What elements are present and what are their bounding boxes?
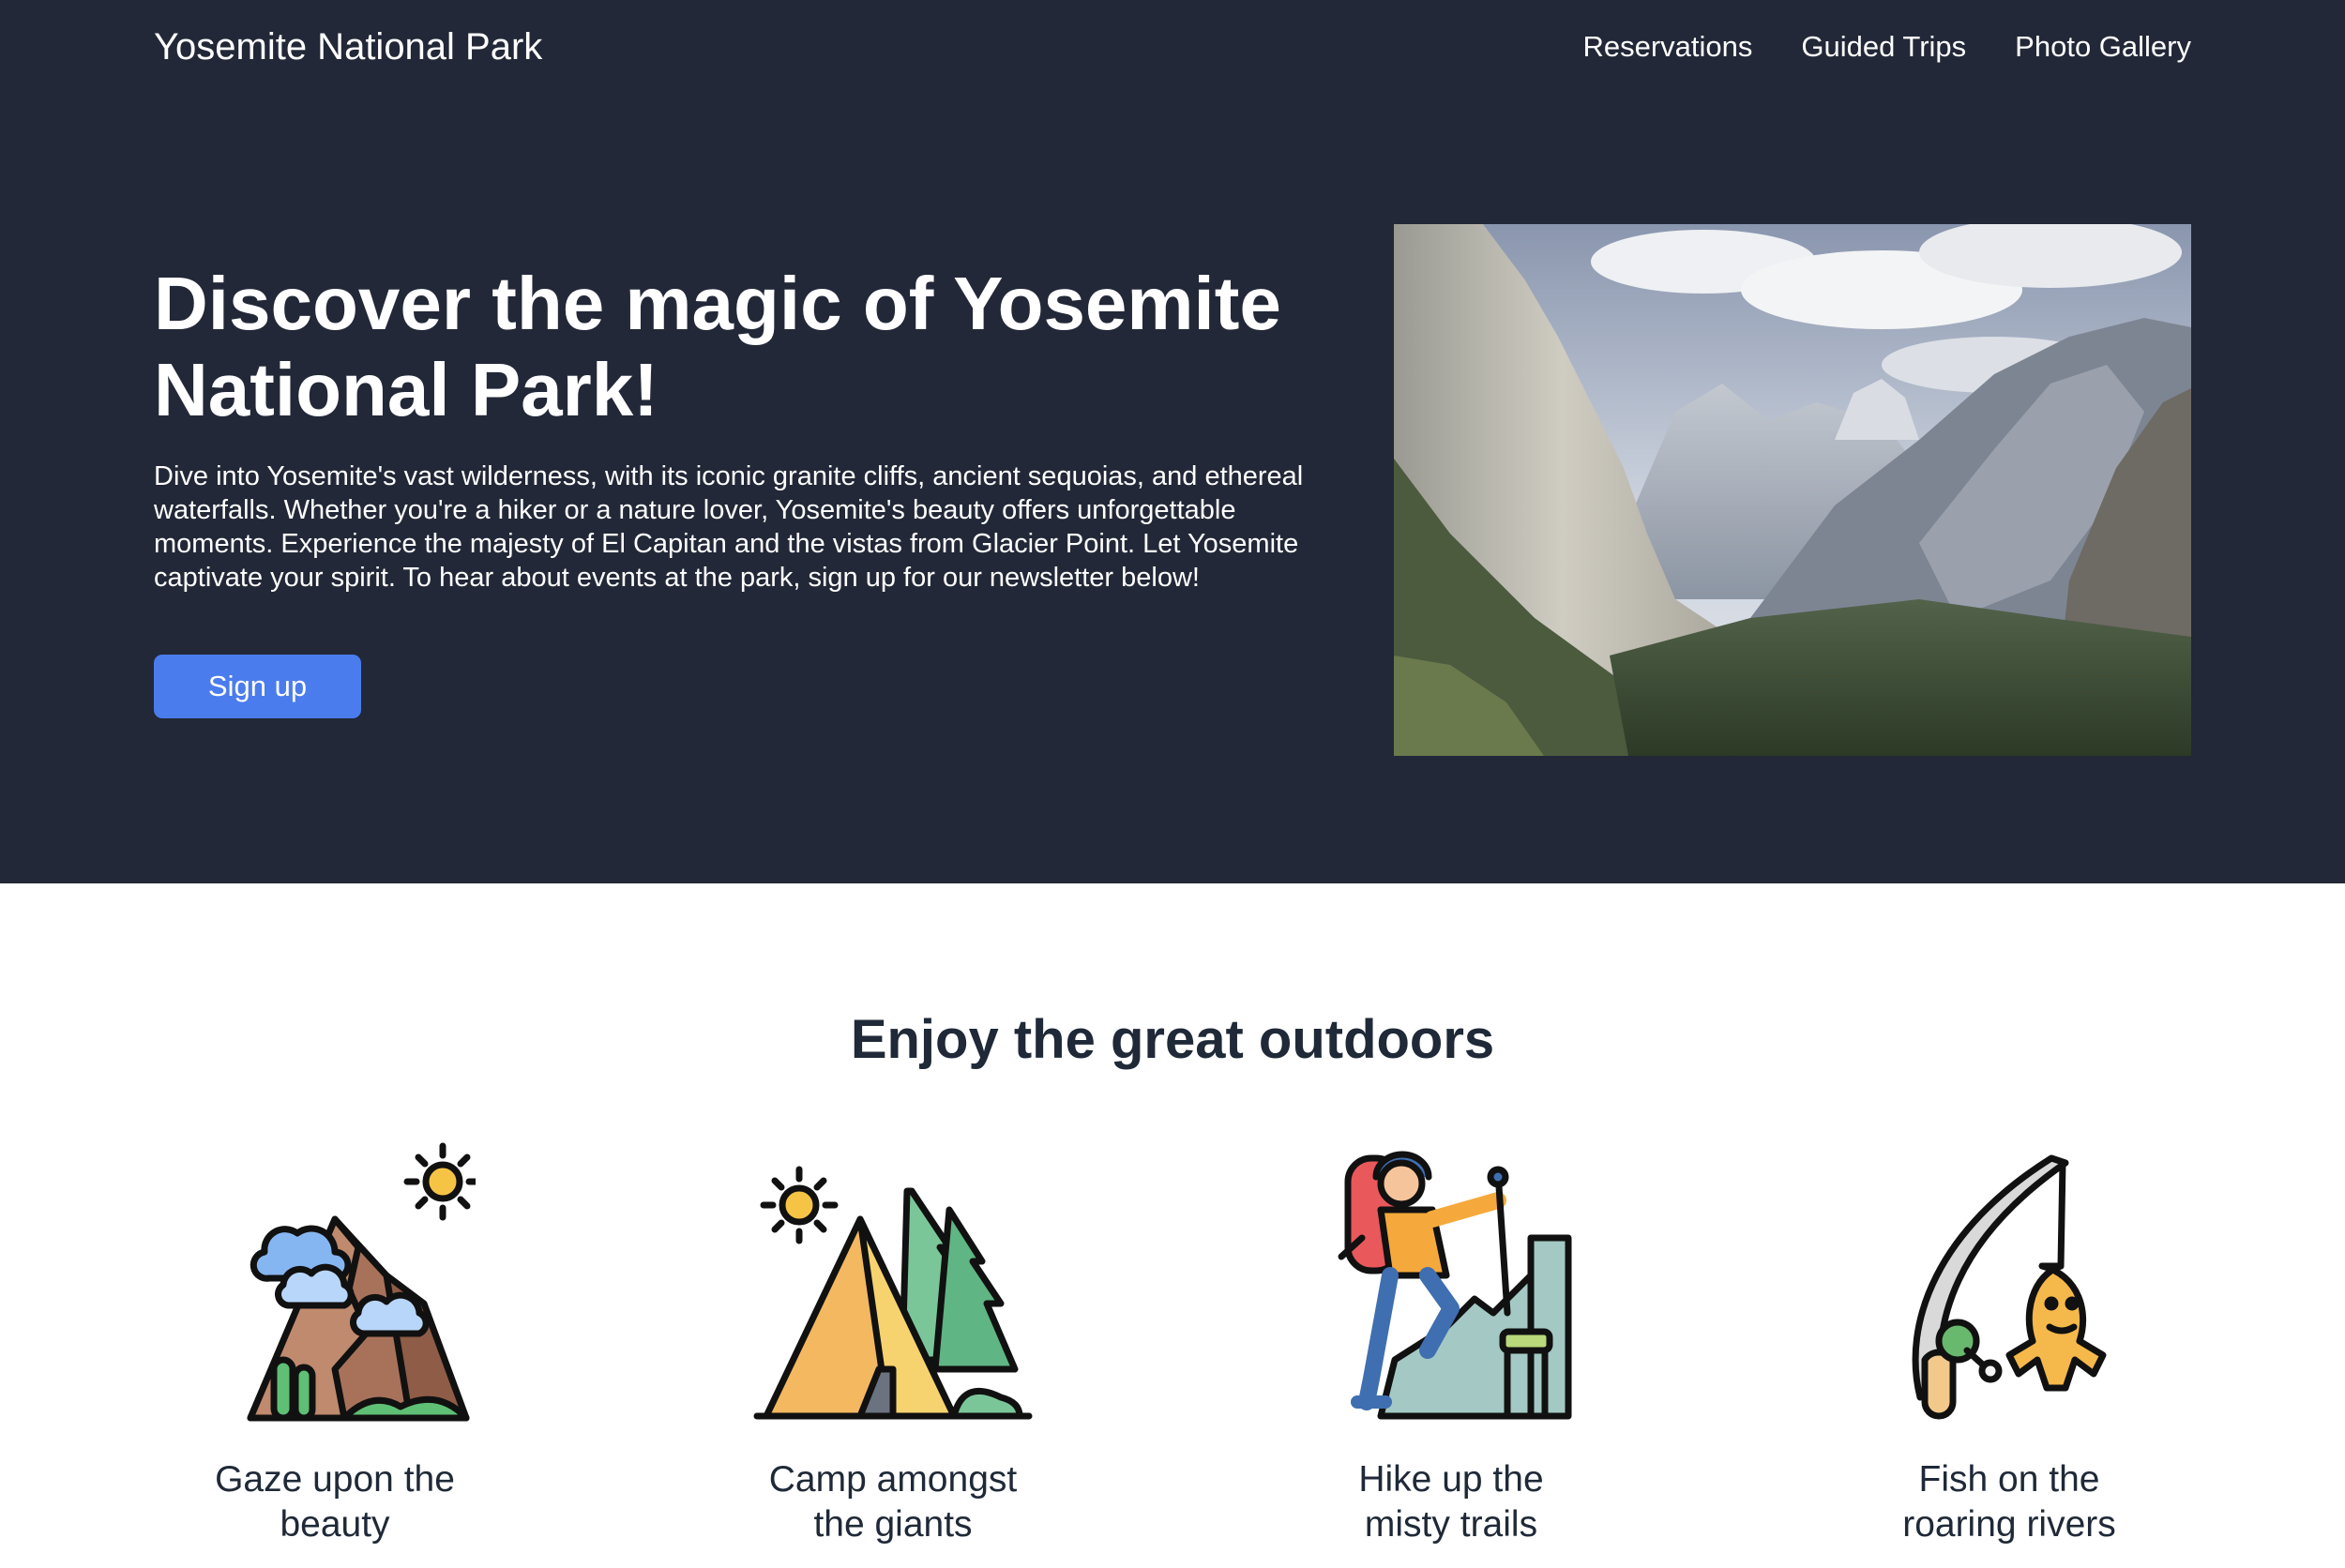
hero-description: Dive into Yosemite's vast wilderness, wi…	[154, 461, 1304, 593]
feature-fishing: Fish on the roaring rivers	[1822, 1135, 2197, 1547]
signup-button[interactable]: Sign up	[154, 655, 361, 718]
tent-icon	[753, 1166, 1033, 1420]
features-title: Enjoy the great outdoors	[850, 1009, 1495, 1070]
hero-title: Discover the magic of Yosemite National …	[154, 262, 1281, 431]
feature-tent: Camp amongst the giants	[705, 1135, 1081, 1547]
mountain-icon	[247, 1142, 476, 1422]
site-brand[interactable]: Yosemite National Park	[154, 21, 542, 73]
feature-mountain: Gaze upon the beauty	[147, 1135, 522, 1547]
main-nav: Reservations Guided Trips Photo Gallery	[1582, 21, 2191, 73]
feature-label-hiker: Hike up the misty trails	[1358, 1459, 1544, 1545]
feature-label-tent: Camp amongst the giants	[768, 1459, 1018, 1545]
feature-hiker: Hike up the misty trails	[1263, 1135, 1639, 1547]
feature-label-mountain: Gaze upon the beauty	[215, 1459, 455, 1545]
nav-reservations[interactable]: Reservations	[1582, 30, 1752, 64]
fishing-icon	[1912, 1154, 2107, 1420]
hero-section: Yosemite National Park Reservations Guid…	[0, 0, 2345, 883]
hiker-icon	[1338, 1151, 1572, 1420]
nav-guided-trips[interactable]: Guided Trips	[1801, 30, 1966, 64]
feature-label-fishing: Fish on the roaring rivers	[1902, 1459, 2116, 1545]
nav-photo-gallery[interactable]: Photo Gallery	[2015, 30, 2191, 64]
valley-photo	[1394, 224, 2191, 756]
